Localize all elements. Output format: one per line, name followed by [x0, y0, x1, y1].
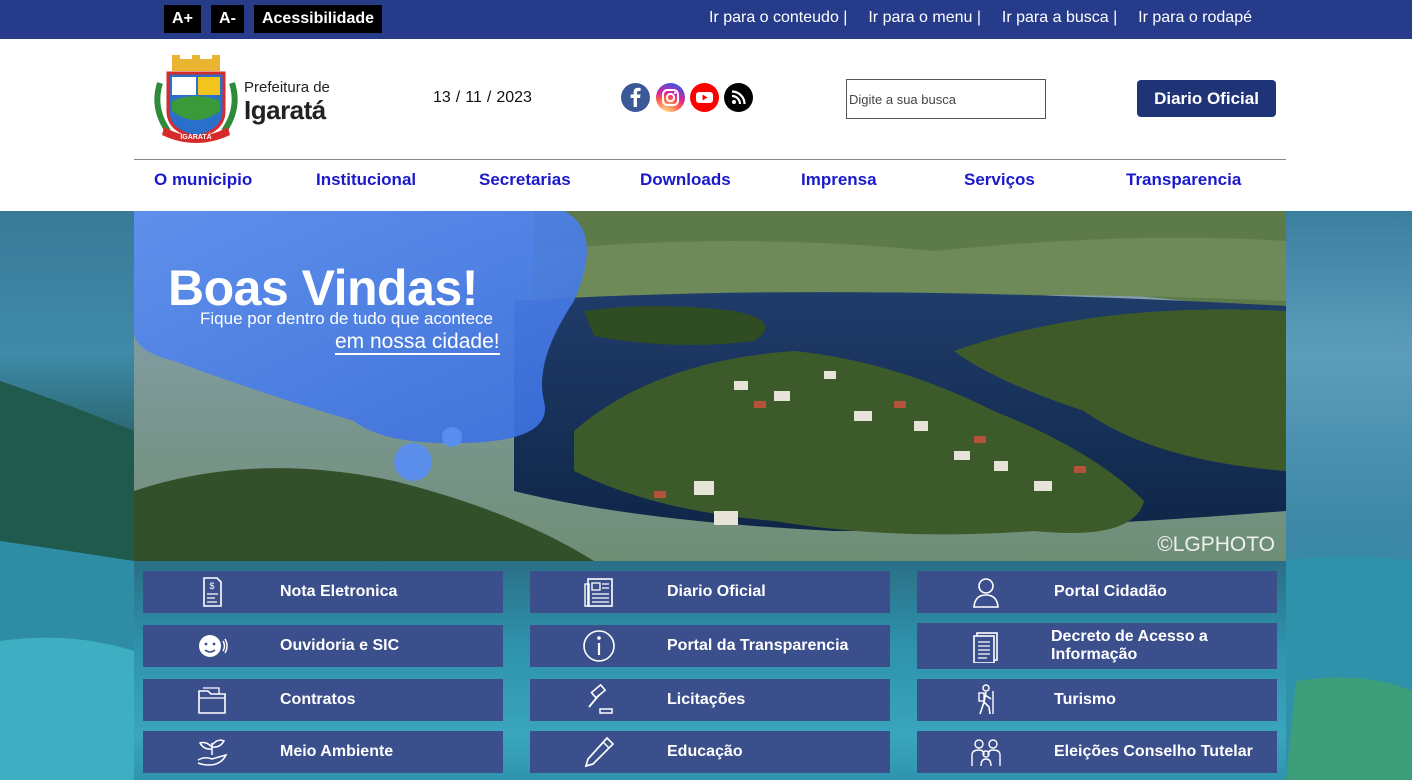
tile-label: Portal Cidadão [1054, 583, 1167, 600]
tile-eleicoes-conselho-tutelar[interactable]: Eleições Conselho Tutelar [917, 731, 1277, 773]
nav-secretarias[interactable]: Secretarias [479, 170, 571, 190]
folder-icon [198, 687, 226, 714]
tile-label: Diario Oficial [667, 583, 766, 600]
nav-transparencia[interactable]: Transparencia [1126, 170, 1241, 190]
pencil-icon [584, 736, 615, 768]
youtube-icon[interactable] [690, 83, 719, 112]
tile-portal-cidadao[interactable]: Portal Cidadão [917, 571, 1277, 613]
tile-label: Eleições Conselho Tutelar [1054, 743, 1253, 760]
user-icon [973, 578, 999, 608]
tile-educacao[interactable]: Educação [530, 731, 890, 773]
logo-line1: Prefeitura de [244, 79, 330, 96]
skip-to-footer-link[interactable]: Ir para o rodapé [1138, 9, 1252, 26]
skip-to-menu-link[interactable]: Ir para o menu | [868, 9, 981, 26]
logo-line2: Igaratá [244, 95, 326, 125]
svg-text:IGARATÁ: IGARATÁ [180, 132, 211, 141]
banner-subtitle: Fique por dentro de tudo que acontece [200, 309, 493, 328]
facebook-icon[interactable] [621, 83, 650, 112]
banner-subtitle-highlight: em nossa cidade! [335, 330, 500, 355]
photo-credit: ©LGPHOTO [1157, 533, 1275, 556]
invoice-icon: $ [203, 577, 222, 607]
ombudsman-icon [199, 635, 228, 657]
document-icon [973, 632, 998, 663]
tile-label: Licitações [667, 691, 746, 708]
nav-servicos[interactable]: Serviços [964, 170, 1035, 190]
tile-licitacoes[interactable]: Licitações [530, 679, 890, 721]
instagram-icon[interactable] [656, 83, 685, 112]
svg-text:$: $ [209, 581, 214, 591]
tile-label: Portal da Transparencia [667, 637, 849, 654]
skip-to-search-link[interactable]: Ir para a busca | [1002, 9, 1117, 26]
tile-label: Decreto de Acesso a Informação [1051, 628, 1208, 663]
accessibility-button[interactable]: Acessibilidade [254, 5, 382, 33]
nav-downloads[interactable]: Downloads [640, 170, 731, 190]
tile-turismo[interactable]: Turismo [917, 679, 1277, 721]
tile-decreto-acesso-informacao[interactable]: Decreto de Acesso a Informação [917, 623, 1277, 669]
welcome-banner[interactable]: Boas Vindas! Fique por dentro de tudo qu… [134, 211, 1286, 561]
accessibility-bar: A+ A- Acessibilidade Ir para o conteudo … [0, 0, 1412, 39]
hiker-icon [978, 684, 994, 715]
tile-label: Ouvidoria e SIC [280, 637, 400, 654]
font-increase-button[interactable]: A+ [164, 5, 201, 33]
tile-ouvidoria[interactable]: Ouvidoria e SIC [143, 625, 503, 667]
site-header: IGARATÁ Prefeitura de Igaratá 13/11/2023… [0, 39, 1412, 211]
diario-oficial-button[interactable]: Diario Oficial [1137, 80, 1276, 117]
tile-label: Nota Eletronica [280, 583, 398, 600]
search-input[interactable] [846, 79, 1046, 119]
family-icon [971, 739, 1001, 767]
site-logo[interactable]: IGARATÁ Prefeitura de Igaratá [150, 53, 350, 145]
background-scenery-left [0, 211, 134, 780]
tile-label: Contratos [280, 691, 356, 708]
nav-o-municipio[interactable]: O municipio [154, 170, 252, 190]
tile-contratos[interactable]: Contratos [143, 679, 503, 721]
gavel-icon [588, 683, 613, 714]
background-scenery-right [1286, 211, 1412, 780]
rss-icon[interactable] [724, 83, 753, 112]
nav-imprensa[interactable]: Imprensa [801, 170, 877, 190]
tile-label: Turismo [1054, 691, 1116, 708]
tile-label: Meio Ambiente [280, 743, 394, 760]
tile-nota-eletronica[interactable]: $ Nota Eletronica [143, 571, 503, 613]
header-divider [134, 159, 1286, 160]
tile-portal-transparencia[interactable]: Portal da Transparencia [530, 625, 890, 667]
plant-hand-icon [197, 739, 228, 766]
newspaper-icon [584, 578, 613, 607]
skip-to-content-link[interactable]: Ir para o conteudo | [709, 9, 847, 26]
info-icon [583, 630, 615, 662]
tile-label: Educação [667, 743, 743, 760]
current-date: 13/11/2023 [433, 89, 532, 106]
font-decrease-button[interactable]: A- [211, 5, 244, 33]
nav-institucional[interactable]: Institucional [316, 170, 416, 190]
skip-links: Ir para o conteudo | Ir para o menu | Ir… [709, 9, 1252, 27]
city-crest-icon: IGARATÁ [154, 55, 238, 143]
tile-meio-ambiente[interactable]: Meio Ambiente [143, 731, 503, 773]
tile-diario-oficial[interactable]: Diario Oficial [530, 571, 890, 613]
